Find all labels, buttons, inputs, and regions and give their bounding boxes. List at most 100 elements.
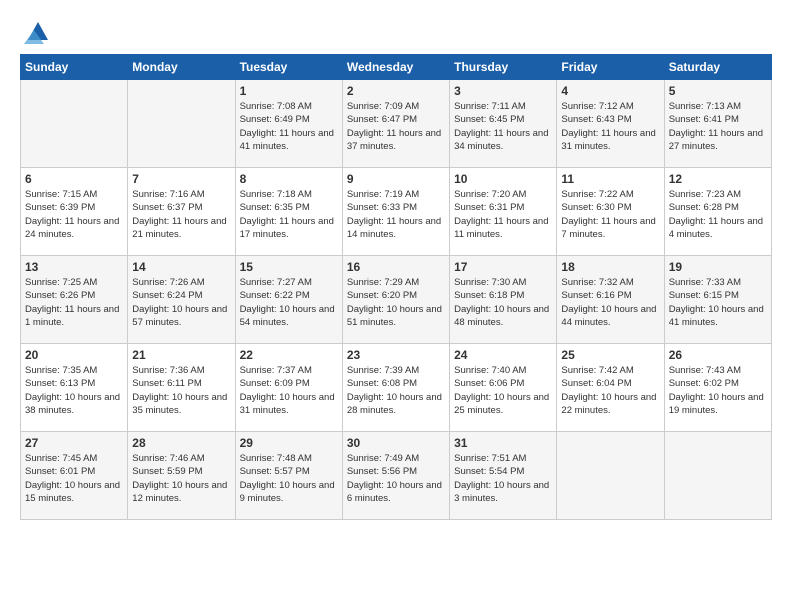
calendar-week: 20 Sunrise: 7:35 AM Sunset: 6:13 PM Dayli…: [21, 344, 772, 432]
day-number: 8: [240, 172, 338, 186]
calendar-cell: 22Sunrise: 7:37 AM Sunset: 6:09 PM Dayli…: [235, 344, 342, 432]
cell-info: Sunrise: 7:40 AM Sunset: 6:06 PM Dayligh…: [454, 364, 552, 417]
calendar-cell: 13 Sunrise: 7:25 AM Sunset: 6:26 PM Dayli…: [21, 256, 128, 344]
calendar-table: SundayMondayTuesdayWednesdayThursdayFrid…: [20, 54, 772, 520]
day-number: 25: [561, 348, 659, 362]
cell-info: Sunrise: 7:33 AM Sunset: 6:15 PM Dayligh…: [669, 276, 767, 329]
calendar-cell: 12Sunrise: 7:23 AM Sunset: 6:28 PM Dayli…: [664, 168, 771, 256]
day-number: 6: [25, 172, 123, 186]
cell-info: Sunrise: 7:26 AM Sunset: 6:24 PM Dayligh…: [132, 276, 230, 329]
cell-info: Sunrise: 7:11 AM Sunset: 6:45 PM Dayligh…: [454, 100, 552, 153]
calendar-cell: 1 Sunrise: 7:08 AM Sunset: 6:49 PM Daylig…: [235, 80, 342, 168]
calendar-cell: 25 Sunrise: 7:42 AM Sunset: 6:04 PM Dayli…: [557, 344, 664, 432]
cell-info: Sunrise: 7:15 AM Sunset: 6:39 PM Dayligh…: [25, 188, 123, 241]
cell-info: Sunrise: 7:46 AM Sunset: 5:59 PM Dayligh…: [132, 452, 230, 505]
day-number: 27: [25, 436, 123, 450]
day-number: 4: [561, 84, 659, 98]
calendar-cell: 11 Sunrise: 7:22 AM Sunset: 6:30 PM Dayli…: [557, 168, 664, 256]
cell-info: Sunrise: 7:23 AM Sunset: 6:28 PM Dayligh…: [669, 188, 767, 241]
calendar-cell: 30Sunrise: 7:49 AM Sunset: 5:56 PM Dayli…: [342, 432, 449, 520]
calendar-week: 13 Sunrise: 7:25 AM Sunset: 6:26 PM Dayli…: [21, 256, 772, 344]
day-number: 11: [561, 172, 659, 186]
calendar-week: 1 Sunrise: 7:08 AM Sunset: 6:49 PM Daylig…: [21, 80, 772, 168]
day-number: 13: [25, 260, 123, 274]
day-number: 5: [669, 84, 767, 98]
cell-info: Sunrise: 7:48 AM Sunset: 5:57 PM Dayligh…: [240, 452, 338, 505]
header-day: Saturday: [664, 55, 771, 80]
header-day: Sunday: [21, 55, 128, 80]
day-number: 30: [347, 436, 445, 450]
logo: [20, 16, 52, 44]
calendar-cell: [128, 80, 235, 168]
cell-info: Sunrise: 7:43 AM Sunset: 6:02 PM Dayligh…: [669, 364, 767, 417]
calendar-cell: 26 Sunrise: 7:43 AM Sunset: 6:02 PM Dayli…: [664, 344, 771, 432]
calendar-cell: 29 Sunrise: 7:48 AM Sunset: 5:57 PM Dayli…: [235, 432, 342, 520]
cell-info: Sunrise: 7:42 AM Sunset: 6:04 PM Dayligh…: [561, 364, 659, 417]
cell-info: Sunrise: 7:35 AM Sunset: 6:13 PM Dayligh…: [25, 364, 123, 417]
day-number: 15: [240, 260, 338, 274]
day-number: 20: [25, 348, 123, 362]
logo-icon: [24, 16, 52, 44]
calendar-week: 6 Sunrise: 7:15 AM Sunset: 6:39 PM Daylig…: [21, 168, 772, 256]
calendar-cell: 19 Sunrise: 7:33 AM Sunset: 6:15 PM Dayli…: [664, 256, 771, 344]
calendar-cell: 17Sunrise: 7:30 AM Sunset: 6:18 PM Dayli…: [450, 256, 557, 344]
day-number: 3: [454, 84, 552, 98]
calendar-cell: [664, 432, 771, 520]
calendar-cell: 5 Sunrise: 7:13 AM Sunset: 6:41 PM Daylig…: [664, 80, 771, 168]
calendar-cell: 20 Sunrise: 7:35 AM Sunset: 6:13 PM Dayli…: [21, 344, 128, 432]
calendar-cell: [21, 80, 128, 168]
header: [20, 16, 772, 44]
header-day: Wednesday: [342, 55, 449, 80]
day-number: 19: [669, 260, 767, 274]
calendar-cell: 24 Sunrise: 7:40 AM Sunset: 6:06 PM Dayli…: [450, 344, 557, 432]
cell-info: Sunrise: 7:22 AM Sunset: 6:30 PM Dayligh…: [561, 188, 659, 241]
day-number: 29: [240, 436, 338, 450]
calendar-cell: 6 Sunrise: 7:15 AM Sunset: 6:39 PM Daylig…: [21, 168, 128, 256]
cell-info: Sunrise: 7:39 AM Sunset: 6:08 PM Dayligh…: [347, 364, 445, 417]
cell-info: Sunrise: 7:37 AM Sunset: 6:09 PM Dayligh…: [240, 364, 338, 417]
calendar-cell: 18Sunrise: 7:32 AM Sunset: 6:16 PM Dayli…: [557, 256, 664, 344]
calendar-cell: 9 Sunrise: 7:19 AM Sunset: 6:33 PM Daylig…: [342, 168, 449, 256]
calendar-cell: 3 Sunrise: 7:11 AM Sunset: 6:45 PM Daylig…: [450, 80, 557, 168]
cell-info: Sunrise: 7:08 AM Sunset: 6:49 PM Dayligh…: [240, 100, 338, 153]
calendar-cell: 31Sunrise: 7:51 AM Sunset: 5:54 PM Dayli…: [450, 432, 557, 520]
cell-info: Sunrise: 7:25 AM Sunset: 6:26 PM Dayligh…: [25, 276, 123, 329]
calendar-cell: 21 Sunrise: 7:36 AM Sunset: 6:11 PM Dayli…: [128, 344, 235, 432]
calendar-cell: 16 Sunrise: 7:29 AM Sunset: 6:20 PM Dayli…: [342, 256, 449, 344]
day-number: 16: [347, 260, 445, 274]
cell-info: Sunrise: 7:18 AM Sunset: 6:35 PM Dayligh…: [240, 188, 338, 241]
header-row: SundayMondayTuesdayWednesdayThursdayFrid…: [21, 55, 772, 80]
cell-info: Sunrise: 7:13 AM Sunset: 6:41 PM Dayligh…: [669, 100, 767, 153]
cell-info: Sunrise: 7:45 AM Sunset: 6:01 PM Dayligh…: [25, 452, 123, 505]
calendar-cell: 7 Sunrise: 7:16 AM Sunset: 6:37 PM Daylig…: [128, 168, 235, 256]
day-number: 21: [132, 348, 230, 362]
day-number: 23: [347, 348, 445, 362]
cell-info: Sunrise: 7:19 AM Sunset: 6:33 PM Dayligh…: [347, 188, 445, 241]
day-number: 31: [454, 436, 552, 450]
day-number: 24: [454, 348, 552, 362]
day-number: 9: [347, 172, 445, 186]
calendar-cell: 23 Sunrise: 7:39 AM Sunset: 6:08 PM Dayli…: [342, 344, 449, 432]
day-number: 14: [132, 260, 230, 274]
calendar-cell: 8 Sunrise: 7:18 AM Sunset: 6:35 PM Daylig…: [235, 168, 342, 256]
calendar-cell: 4Sunrise: 7:12 AM Sunset: 6:43 PM Daylig…: [557, 80, 664, 168]
header-day: Tuesday: [235, 55, 342, 80]
day-number: 2: [347, 84, 445, 98]
header-day: Friday: [557, 55, 664, 80]
calendar-cell: 10Sunrise: 7:20 AM Sunset: 6:31 PM Dayli…: [450, 168, 557, 256]
cell-info: Sunrise: 7:36 AM Sunset: 6:11 PM Dayligh…: [132, 364, 230, 417]
cell-info: Sunrise: 7:16 AM Sunset: 6:37 PM Dayligh…: [132, 188, 230, 241]
calendar-cell: 15 Sunrise: 7:27 AM Sunset: 6:22 PM Dayli…: [235, 256, 342, 344]
calendar-cell: [557, 432, 664, 520]
header-day: Thursday: [450, 55, 557, 80]
calendar-cell: 14 Sunrise: 7:26 AM Sunset: 6:24 PM Dayli…: [128, 256, 235, 344]
calendar-cell: 28Sunrise: 7:46 AM Sunset: 5:59 PM Dayli…: [128, 432, 235, 520]
cell-info: Sunrise: 7:27 AM Sunset: 6:22 PM Dayligh…: [240, 276, 338, 329]
day-number: 26: [669, 348, 767, 362]
cell-info: Sunrise: 7:29 AM Sunset: 6:20 PM Dayligh…: [347, 276, 445, 329]
page: SundayMondayTuesdayWednesdayThursdayFrid…: [0, 0, 792, 536]
day-number: 1: [240, 84, 338, 98]
day-number: 7: [132, 172, 230, 186]
day-number: 18: [561, 260, 659, 274]
calendar-cell: 2Sunrise: 7:09 AM Sunset: 6:47 PM Daylig…: [342, 80, 449, 168]
